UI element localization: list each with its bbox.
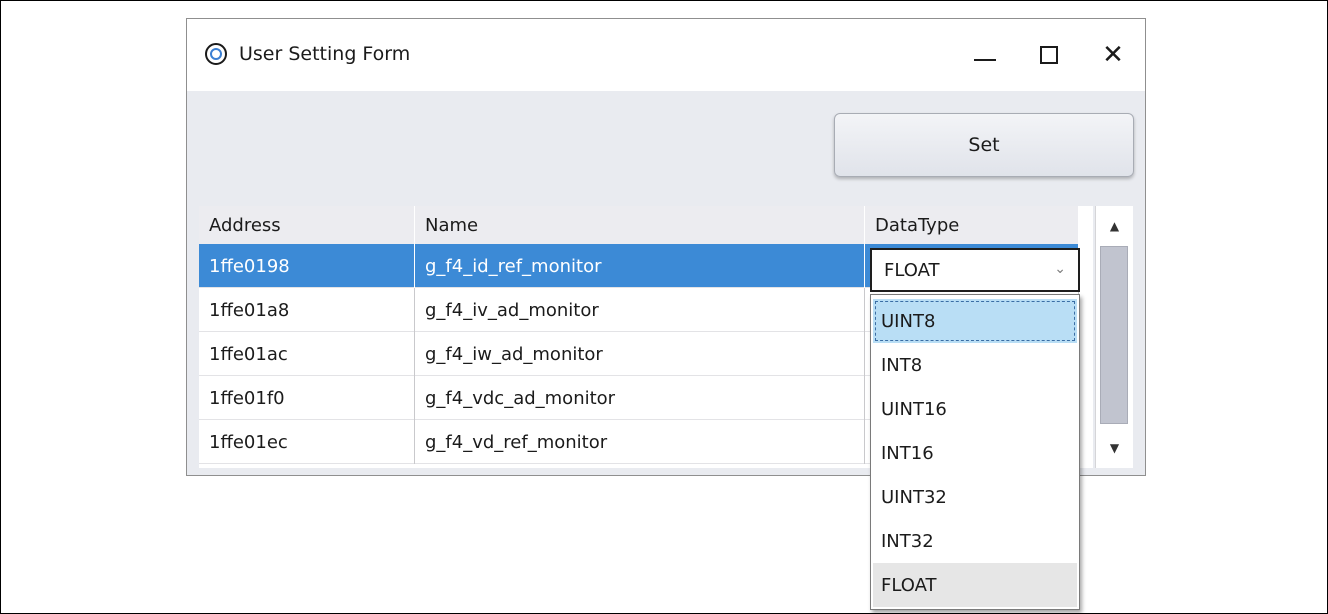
column-header-datatype[interactable]: DataType xyxy=(865,206,1079,244)
address-cell[interactable]: 1ffe01ec xyxy=(199,420,415,464)
title-bar[interactable]: User Setting Form ✕ xyxy=(187,19,1145,91)
minimize-icon xyxy=(974,59,996,61)
column-header-name[interactable]: Name xyxy=(415,206,865,244)
chevron-down-icon[interactable]: ⌄ xyxy=(1054,261,1066,277)
scrollbar-thumb[interactable] xyxy=(1100,246,1128,424)
maximize-button[interactable] xyxy=(1017,19,1081,91)
grid-vertical-scrollbar[interactable]: ▲ ▼ xyxy=(1095,206,1133,468)
dropdown-option-uint16[interactable]: UINT16 xyxy=(873,387,1077,431)
app-icon xyxy=(205,43,227,65)
address-cell[interactable]: 1ffe01a8 xyxy=(199,288,415,332)
window-title: User Setting Form xyxy=(239,43,411,65)
name-cell[interactable]: g_f4_iv_ad_monitor xyxy=(415,288,865,332)
grid-header: Address Name DataType xyxy=(199,206,1079,245)
dropdown-option-uint32[interactable]: UINT32 xyxy=(873,475,1077,519)
dropdown-option-int32[interactable]: INT32 xyxy=(873,519,1077,563)
close-icon: ✕ xyxy=(1102,40,1124,70)
name-cell[interactable]: g_f4_vd_ref_monitor xyxy=(415,420,865,464)
dropdown-option-uint8[interactable]: UINT8 xyxy=(873,299,1077,343)
maximize-icon xyxy=(1040,46,1058,64)
column-header-address[interactable]: Address xyxy=(199,206,415,244)
dropdown-option-float[interactable]: FLOAT xyxy=(873,563,1077,607)
scroll-up-icon[interactable]: ▲ xyxy=(1096,208,1133,244)
datatype-combobox-value: FLOAT xyxy=(884,259,940,281)
datatype-dropdown-list: UINT8 INT8 UINT16 INT16 UINT32 INT32 FLO… xyxy=(870,294,1080,610)
datatype-combobox[interactable]: FLOAT ⌄ xyxy=(870,248,1080,292)
close-button[interactable]: ✕ xyxy=(1081,19,1145,91)
address-cell[interactable]: 1ffe01ac xyxy=(199,332,415,376)
scroll-down-icon[interactable]: ▼ xyxy=(1096,430,1133,466)
name-cell[interactable]: g_f4_vdc_ad_monitor xyxy=(415,376,865,420)
address-cell[interactable]: 1ffe01f0 xyxy=(199,376,415,420)
dropdown-option-int16[interactable]: INT16 xyxy=(873,431,1077,475)
address-cell[interactable]: 1ffe0198 xyxy=(199,244,415,288)
set-button[interactable]: Set xyxy=(834,113,1134,177)
dropdown-option-int8[interactable]: INT8 xyxy=(873,343,1077,387)
name-cell[interactable]: g_f4_id_ref_monitor xyxy=(415,244,865,288)
name-cell[interactable]: g_f4_iw_ad_monitor xyxy=(415,332,865,376)
minimize-button[interactable] xyxy=(953,19,1017,91)
